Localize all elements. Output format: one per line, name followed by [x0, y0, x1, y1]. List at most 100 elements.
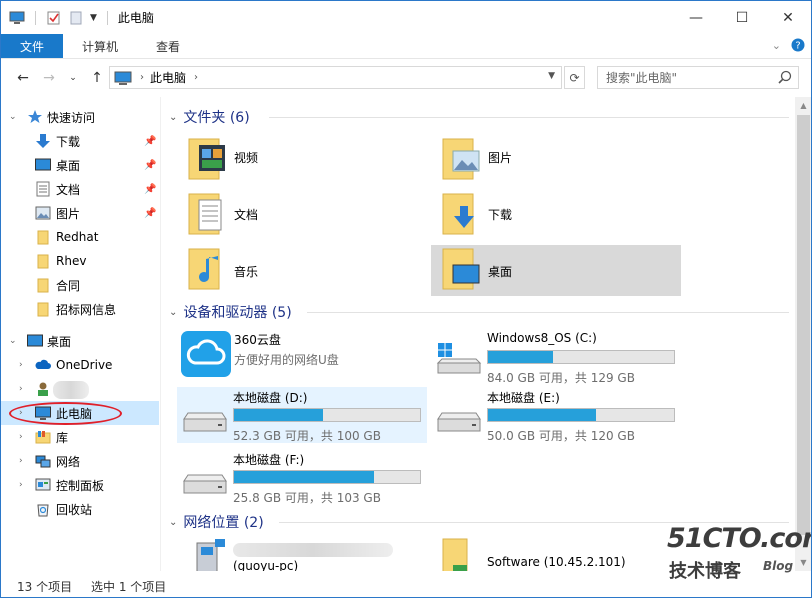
scroll-down-icon[interactable]: ▼ — [795, 554, 811, 571]
scrollbar-thumb[interactable] — [797, 115, 810, 535]
drive-info: 25.8 GB 可用，共 103 GB — [233, 491, 381, 505]
drive-tile-d[interactable]: 本地磁盘 (D:) 52.3 GB 可用，共 100 GB — [177, 387, 427, 443]
network-tile-guoyu-pc[interactable]: (guoyu-pc) — [177, 537, 427, 571]
download-folder-icon — [442, 193, 474, 235]
download-arrow-icon — [36, 134, 50, 148]
desktop-icon — [27, 334, 43, 347]
address-bar[interactable]: › 此电脑 › ▼ — [109, 66, 562, 89]
network-tile-software[interactable]: Software (10.45.2.101) — [431, 537, 681, 571]
close-button[interactable]: ✕ — [765, 1, 811, 34]
picture-folder-icon — [442, 138, 480, 180]
star-icon — [28, 110, 42, 123]
folder-icon — [37, 278, 49, 293]
folder-tile-downloads[interactable]: 下载 — [439, 190, 679, 240]
back-arrow-icon[interactable]: ← — [11, 70, 35, 86]
breadcrumb[interactable]: 此电脑 — [150, 69, 186, 86]
sidebar-item-tender-info[interactable]: 招标网信息 — [1, 297, 159, 321]
properties-icon[interactable] — [46, 11, 62, 25]
search-icon[interactable] — [778, 70, 792, 84]
maximize-button[interactable]: ☐ — [719, 1, 765, 34]
network-location-name: (guoyu-pc) — [233, 559, 299, 571]
collapse-icon[interactable]: ⌄ — [169, 517, 177, 528]
main-content: ⌄ 文件夹 (6) 视频 图片 文档 下载 音乐 桌面 ⌄ 设备和驱动器 (5)… — [161, 97, 795, 571]
folder-tile-music[interactable]: 音乐 — [185, 245, 425, 295]
tab-view[interactable]: 查看 — [137, 34, 199, 58]
minimize-button[interactable]: — — [673, 1, 719, 34]
highlight-annotation — [9, 402, 122, 425]
folder-icon — [37, 302, 49, 317]
blurred-username — [53, 381, 89, 399]
sidebar-item-quick-access[interactable]: ⌄ 快速访问 — [1, 105, 159, 129]
sidebar-item-recycle-bin[interactable]: 回收站 — [1, 497, 159, 521]
group-header-devices[interactable]: ⌄ 设备和驱动器 (5) — [169, 302, 292, 322]
folder-icon — [37, 254, 49, 269]
collapse-icon[interactable]: ⌄ — [169, 307, 177, 318]
breadcrumb-separator-icon[interactable]: › — [140, 72, 144, 83]
chevron-down-icon[interactable]: ⌄ — [772, 39, 781, 52]
ribbon-tabs: 文件 计算机 查看 ⌄ ? — [1, 34, 811, 59]
drive-tile-f[interactable]: 本地磁盘 (F:) 25.8 GB 可用，共 103 GB — [177, 449, 427, 505]
drive-tile-c[interactable]: Windows8_OS (C:) 84.0 GB 可用，共 129 GB — [431, 329, 681, 385]
vertical-scrollbar[interactable]: ▲ ▼ — [795, 97, 811, 571]
sidebar-item-user[interactable]: › — [1, 377, 159, 401]
sidebar-item-onedrive[interactable]: › OneDrive — [1, 353, 159, 377]
scroll-up-icon[interactable]: ▲ — [795, 97, 811, 114]
address-dropdown-icon[interactable]: ▼ — [548, 71, 555, 81]
search-input[interactable]: 搜索"此电脑" — [597, 66, 799, 89]
collapse-icon[interactable]: ⌄ — [9, 112, 17, 122]
folder-tile-documents[interactable]: 文档 — [185, 190, 425, 240]
collapse-icon[interactable]: ⌄ — [9, 336, 17, 346]
folder-tile-pictures[interactable]: 图片 — [439, 135, 679, 185]
sidebar-item-label: 桌面 — [56, 158, 81, 173]
sidebar-item-desktop-pinned[interactable]: 桌面 📌 — [1, 153, 159, 177]
expand-icon[interactable]: › — [19, 360, 23, 370]
sidebar-item-label: 下载 — [56, 134, 81, 149]
folder-label: 音乐 — [234, 265, 259, 279]
refresh-button[interactable]: ⟳ — [564, 66, 585, 89]
sidebar-item-control-panel[interactable]: › 控制面板 — [1, 473, 159, 497]
expand-icon[interactable]: › — [19, 384, 23, 394]
sidebar-item-network[interactable]: › 网络 — [1, 449, 159, 473]
customize-toolbar-icon[interactable]: ▼ — [90, 13, 97, 23]
sidebar-item-desktop[interactable]: ⌄ 桌面 — [1, 329, 159, 353]
expand-icon[interactable]: › — [19, 456, 23, 466]
folder-tile-videos[interactable]: 视频 — [185, 135, 425, 185]
sidebar-item-download[interactable]: 下载 📌 — [1, 129, 159, 153]
group-header-folders[interactable]: ⌄ 文件夹 (6) — [169, 107, 250, 127]
toolbar-divider — [106, 10, 108, 25]
navigation-bar: ← → ⌄ ↑ › 此电脑 › ▼ ⟳ 搜索"此电脑" — [1, 59, 811, 97]
expand-icon[interactable]: › — [19, 432, 23, 442]
sidebar-item-contracts[interactable]: 合同 — [1, 273, 159, 297]
drive-name: 本地磁盘 (E:) — [487, 391, 560, 405]
group-header-network[interactable]: ⌄ 网络位置 (2) — [169, 512, 264, 532]
cloud-drive-icon — [181, 331, 231, 377]
sidebar-item-redhat[interactable]: Redhat — [1, 225, 159, 249]
tab-computer[interactable]: 计算机 — [63, 34, 137, 58]
drive-usage-bar — [487, 350, 675, 364]
forward-arrow-icon[interactable]: → — [37, 70, 61, 86]
drive-usage-fill — [234, 409, 324, 421]
item-count: 13 个项目 — [17, 580, 73, 594]
breadcrumb-separator-icon[interactable]: › — [194, 72, 198, 83]
tab-file[interactable]: 文件 — [1, 34, 64, 58]
drive-tile-360cloud[interactable]: 360云盘 方便好用的网络U盘 — [178, 329, 428, 381]
up-arrow-icon[interactable]: ↑ — [85, 70, 109, 86]
sidebar-item-label: 快速访问 — [47, 110, 96, 125]
sidebar-item-label: 库 — [56, 430, 69, 445]
sidebar-item-label: 图片 — [56, 206, 81, 221]
pin-icon: 📌 — [144, 159, 157, 171]
hard-drive-icon — [183, 474, 227, 494]
expand-icon[interactable]: › — [19, 480, 23, 490]
sidebar-item-libraries[interactable]: › 库 — [1, 425, 159, 449]
recent-locations-icon[interactable]: ⌄ — [61, 73, 85, 83]
computer-icon[interactable] — [9, 11, 25, 25]
folder-tile-desktop[interactable]: 桌面 — [431, 245, 681, 296]
network-icon — [35, 455, 51, 468]
help-icon[interactable]: ? — [791, 38, 805, 52]
sidebar-item-documents[interactable]: 文档 📌 — [1, 177, 159, 201]
sidebar-item-pictures[interactable]: 图片 📌 — [1, 201, 159, 225]
new-folder-icon[interactable] — [68, 11, 84, 25]
collapse-icon[interactable]: ⌄ — [169, 112, 177, 123]
sidebar-item-rhev[interactable]: Rhev — [1, 249, 159, 273]
drive-tile-e[interactable]: 本地磁盘 (E:) 50.0 GB 可用，共 120 GB — [431, 387, 681, 443]
